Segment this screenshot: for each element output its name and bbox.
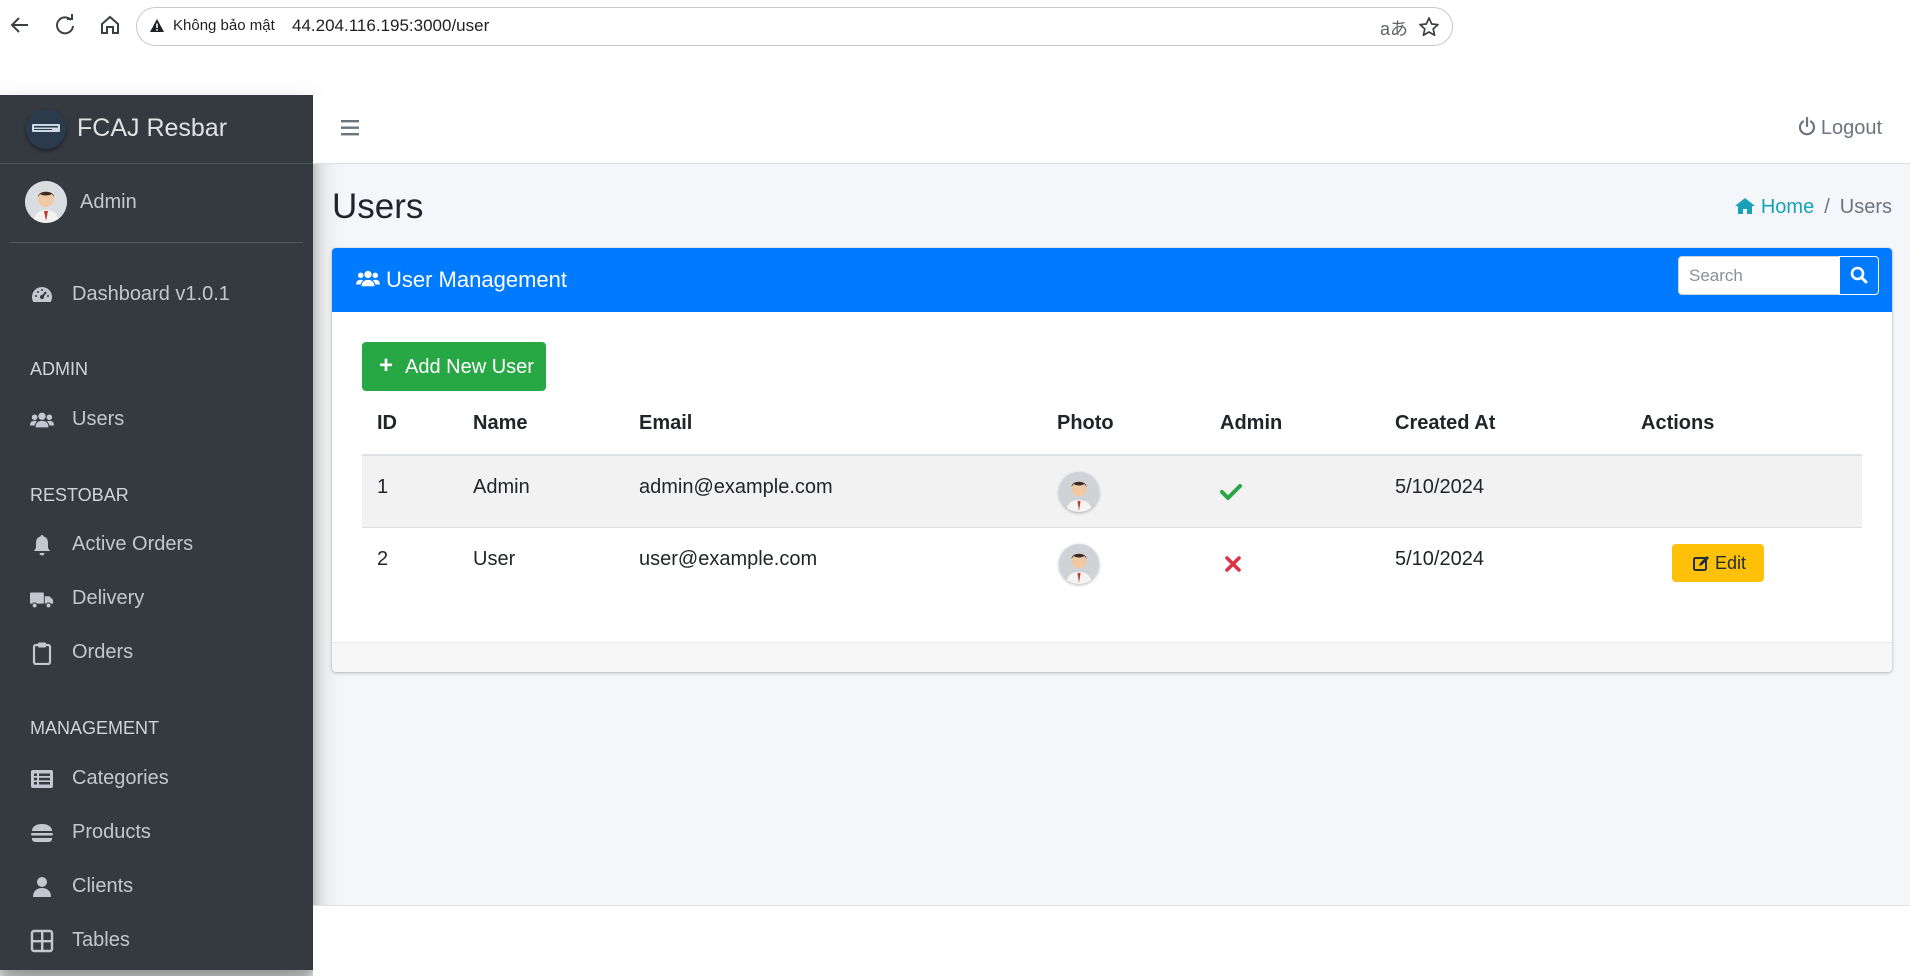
cell-id: 1 — [377, 476, 389, 498]
app-container: FCAJ Resbar Admin Dashboard v1.0.1 ADMIN… — [0, 95, 1910, 976]
logout-label[interactable]: Logout — [1821, 117, 1882, 139]
sidebar-item-label: Delivery — [72, 587, 145, 609]
sidebar-item-label: Categories — [72, 767, 169, 789]
table-row: 1 Admin admin@example.com 5/10/2024 — [362, 456, 1862, 527]
breadcrumb-separator: / — [1824, 196, 1830, 218]
sidebar-item-users[interactable]: Users — [30, 400, 300, 440]
sidebar-header-admin: ADMIN — [30, 359, 88, 379]
cell-email: admin@example.com — [639, 476, 833, 498]
hamburger-food-icon — [31, 824, 53, 842]
breadcrumb-current: Users — [1839, 196, 1892, 218]
star-icon[interactable] — [1418, 16, 1440, 38]
page-title: Users — [332, 187, 424, 226]
brand-logo — [26, 109, 66, 149]
card-footer — [332, 642, 1892, 672]
search-button[interactable] — [1839, 256, 1879, 295]
logout-link[interactable]: Logout — [1797, 117, 1882, 140]
user-icon — [33, 877, 51, 897]
column-header-name: Name — [473, 412, 528, 434]
breadcrumb-home-label[interactable]: Home — [1761, 196, 1814, 218]
security-label[interactable]: Không bảo mật — [173, 17, 275, 34]
topbar: Logout — [313, 95, 1910, 164]
edit-button[interactable]: Edit — [1672, 544, 1764, 582]
sidebar-item-categories[interactable]: Categories — [30, 759, 300, 799]
list-icon — [31, 770, 53, 788]
add-user-label: Add New User — [405, 356, 534, 378]
search-icon — [1850, 266, 1868, 284]
sidebar-item-label: Users — [72, 408, 125, 430]
users-icon — [30, 412, 54, 428]
speedometer-icon — [32, 287, 52, 302]
breadcrumb: Home / Users — [1734, 196, 1892, 219]
sidebar-item-tables[interactable]: Tables — [30, 921, 300, 961]
sidebar-item-orders[interactable]: Orders — [30, 633, 300, 673]
plus-icon: + — [379, 352, 394, 379]
home-icon[interactable] — [98, 14, 122, 38]
back-arrow-icon[interactable] — [8, 14, 32, 38]
translate-icon[interactable]: aあ — [1380, 15, 1408, 41]
check-icon — [1220, 484, 1242, 500]
sidebar-item-delivery[interactable]: Delivery — [30, 579, 300, 619]
user-photo — [1059, 544, 1099, 584]
sidebar-item-label: Products — [72, 821, 151, 843]
users-icon — [356, 270, 380, 287]
grid-icon — [30, 929, 54, 953]
app-footer — [313, 905, 1910, 976]
warning-icon[interactable] — [149, 18, 165, 34]
edit-icon — [1693, 556, 1709, 571]
x-icon — [1225, 556, 1241, 572]
home-icon — [1734, 198, 1755, 214]
cell-created-at: 5/10/2024 — [1395, 548, 1484, 570]
card-title: User Management — [356, 267, 567, 293]
cell-created-at: 5/10/2024 — [1395, 476, 1484, 498]
sidebar-item-label: Dashboard v1.0.1 — [72, 283, 230, 305]
clipboard-icon — [32, 642, 52, 665]
url-text[interactable]: 44.204.116.195:3000/user — [292, 16, 489, 36]
card-header: User Management — [332, 248, 1892, 312]
cell-name: User — [473, 548, 516, 570]
sidebar-item-label: Active Orders — [72, 533, 194, 555]
bell-icon — [34, 535, 50, 556]
column-header-actions: Actions — [1641, 412, 1715, 434]
avatar — [25, 181, 67, 223]
sidebar-item-label: Orders — [72, 641, 134, 663]
add-user-button[interactable]: + Add New User — [362, 342, 546, 391]
column-header-id: ID — [377, 412, 397, 434]
sidebar: FCAJ Resbar Admin Dashboard v1.0.1 ADMIN… — [0, 95, 313, 970]
sidebar-item-label: Clients — [72, 875, 134, 897]
breadcrumb-home[interactable]: Home — [1734, 196, 1814, 218]
sidebar-item-products[interactable]: Products — [30, 813, 300, 853]
reload-icon[interactable] — [53, 14, 77, 38]
sidebar-item-active-orders[interactable]: Active Orders — [30, 525, 300, 565]
user-panel[interactable]: Admin — [10, 165, 303, 243]
sidebar-header-management: MANAGEMENT — [30, 718, 160, 738]
sidebar-header-restobar: RESTOBAR — [30, 485, 129, 505]
hamburger-menu-icon[interactable] — [341, 119, 361, 137]
column-header-admin: Admin — [1220, 412, 1283, 434]
column-header-created-at: Created At — [1395, 412, 1496, 434]
user-photo — [1059, 472, 1099, 512]
sidebar-item-label: Tables — [72, 929, 130, 951]
power-icon — [1798, 117, 1815, 136]
brand-link[interactable]: FCAJ Resbar — [0, 95, 313, 164]
user-name[interactable]: Admin — [80, 191, 137, 214]
column-header-email: Email — [639, 412, 693, 434]
search-input[interactable] — [1678, 256, 1840, 295]
user-management-card: User Management + Add New User ID Name E… — [332, 248, 1892, 672]
brand-name: FCAJ Resbar — [77, 114, 228, 142]
column-header-photo: Photo — [1057, 412, 1114, 434]
cell-id: 2 — [377, 548, 389, 570]
cell-email: user@example.com — [639, 548, 818, 570]
cell-name: Admin — [473, 476, 530, 498]
edit-label: Edit — [1715, 553, 1747, 573]
sidebar-item-dashboard[interactable]: Dashboard v1.0.1 — [30, 275, 300, 315]
card-title-label: User Management — [386, 267, 567, 292]
truck-icon — [30, 592, 54, 609]
address-bar[interactable]: Không bảo mật 44.204.116.195:3000/user a… — [136, 7, 1453, 46]
browser-toolbar: Không bảo mật 44.204.116.195:3000/user a… — [0, 0, 1910, 52]
table-row: 2 User user@example.com 5/10/2024 Edit — [362, 528, 1862, 599]
sidebar-item-clients[interactable]: Clients — [30, 867, 300, 907]
